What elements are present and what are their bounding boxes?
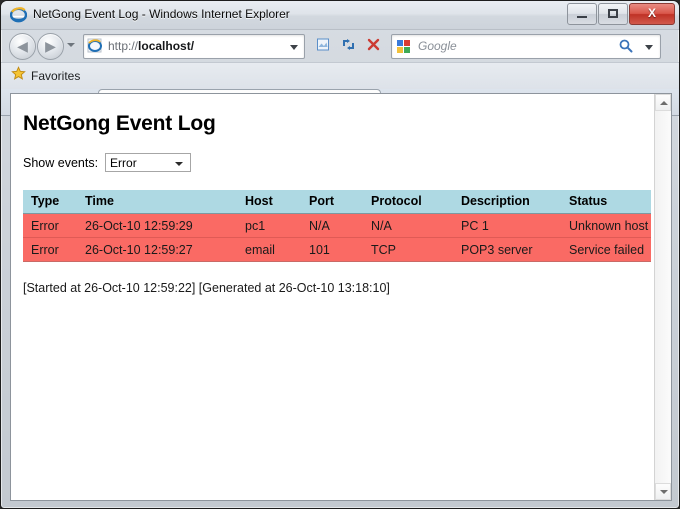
column-header-type: Type: [23, 190, 77, 214]
back-button[interactable]: ◀: [9, 33, 36, 60]
favorites-label: Favorites: [31, 69, 80, 83]
page-title: NetGong Event Log: [23, 112, 642, 136]
log-timestamps-note: [Started at 26-Oct-10 12:59:22] [Generat…: [23, 281, 642, 295]
page-content: NetGong Event Log Show events: Error Typ…: [11, 94, 654, 500]
chevron-up-icon: [660, 101, 668, 105]
chevron-down-icon: [660, 490, 668, 494]
cell-type: Error: [23, 238, 77, 262]
column-header-port: Port: [301, 190, 363, 214]
show-events-value: Error: [110, 156, 137, 170]
compatibility-view-button[interactable]: [311, 34, 335, 59]
cell-type: Error: [23, 214, 77, 238]
event-log-table: Type Time Host Port Protocol Description…: [23, 190, 651, 262]
column-header-host: Host: [237, 190, 301, 214]
search-input[interactable]: Google: [418, 39, 457, 53]
title-bar: NetGong Event Log - Windows Internet Exp…: [1, 1, 679, 30]
refresh-button[interactable]: [336, 34, 360, 59]
cell-status: Service failed: [561, 238, 651, 262]
cell-description: PC 1: [453, 214, 561, 238]
history-dropdown-icon[interactable]: [67, 43, 75, 47]
search-box[interactable]: Google: [391, 34, 661, 59]
stop-button[interactable]: [361, 34, 385, 59]
address-scheme: http://: [108, 39, 138, 53]
search-dropdown-icon[interactable]: [645, 45, 653, 50]
internet-explorer-logo-icon: [10, 6, 27, 23]
forward-button[interactable]: ▶: [37, 33, 64, 60]
column-header-status: Status: [561, 190, 651, 214]
column-header-protocol: Protocol: [363, 190, 453, 214]
cell-time: 26-Oct-10 12:59:27: [77, 238, 237, 262]
table-header: Type Time Host Port Protocol Description…: [23, 190, 651, 214]
table-row: Error 26-Oct-10 12:59:27 email 101 TCP P…: [23, 238, 651, 262]
page-viewport: NetGong Event Log Show events: Error Typ…: [10, 93, 672, 501]
star-icon: [11, 66, 26, 86]
stop-icon: [362, 37, 384, 56]
cell-time: 26-Oct-10 12:59:29: [77, 214, 237, 238]
close-icon: X: [630, 6, 674, 20]
page-favicon-icon: [87, 38, 103, 54]
filter-label: Show events:: [23, 156, 98, 170]
cell-host: email: [237, 238, 301, 262]
forward-arrow-icon: ▶: [38, 38, 63, 54]
cell-port: N/A: [301, 214, 363, 238]
scroll-up-button[interactable]: [655, 94, 671, 111]
cell-description: POP3 server: [453, 238, 561, 262]
window-controls: X: [566, 3, 675, 25]
maximize-button[interactable]: [598, 3, 628, 25]
chevron-down-icon: [175, 162, 183, 166]
column-header-time: Time: [77, 190, 237, 214]
minimize-icon: [577, 16, 587, 18]
event-filter-row: Show events: Error: [23, 153, 642, 172]
address-host: localhost/: [138, 39, 194, 53]
maximize-icon: [608, 9, 618, 18]
address-dropdown-icon[interactable]: [290, 45, 298, 50]
address-bar[interactable]: http://localhost/: [83, 34, 305, 59]
favorites-bar: Favorites: [1, 62, 679, 89]
back-arrow-icon: ◀: [10, 38, 35, 54]
table-row: Error 26-Oct-10 12:59:29 pc1 N/A N/A PC …: [23, 214, 651, 238]
minimize-button[interactable]: [567, 3, 597, 25]
scroll-down-button[interactable]: [655, 483, 671, 500]
refresh-icon: [337, 37, 359, 56]
cell-status: Unknown host: [561, 214, 651, 238]
cell-port: 101: [301, 238, 363, 262]
table-body: Error 26-Oct-10 12:59:29 pc1 N/A N/A PC …: [23, 214, 651, 262]
cell-protocol: TCP: [363, 238, 453, 262]
close-button[interactable]: X: [629, 3, 675, 25]
google-icon: [396, 39, 411, 54]
compatibility-view-icon: [312, 37, 334, 56]
show-events-select[interactable]: Error: [105, 153, 191, 172]
favorites-button[interactable]: Favorites: [11, 66, 80, 86]
cell-host: pc1: [237, 214, 301, 238]
navigation-bar: ◀ ▶ http://localhost/: [1, 30, 679, 62]
cell-protocol: N/A: [363, 214, 453, 238]
window-title: NetGong Event Log - Windows Internet Exp…: [33, 7, 290, 21]
browser-window: NetGong Event Log - Windows Internet Exp…: [0, 0, 680, 509]
column-header-description: Description: [453, 190, 561, 214]
address-text: http://localhost/: [108, 39, 194, 53]
vertical-scrollbar[interactable]: [654, 94, 671, 500]
table-header-row: Type Time Host Port Protocol Description…: [23, 190, 651, 214]
search-icon[interactable]: [618, 38, 634, 54]
